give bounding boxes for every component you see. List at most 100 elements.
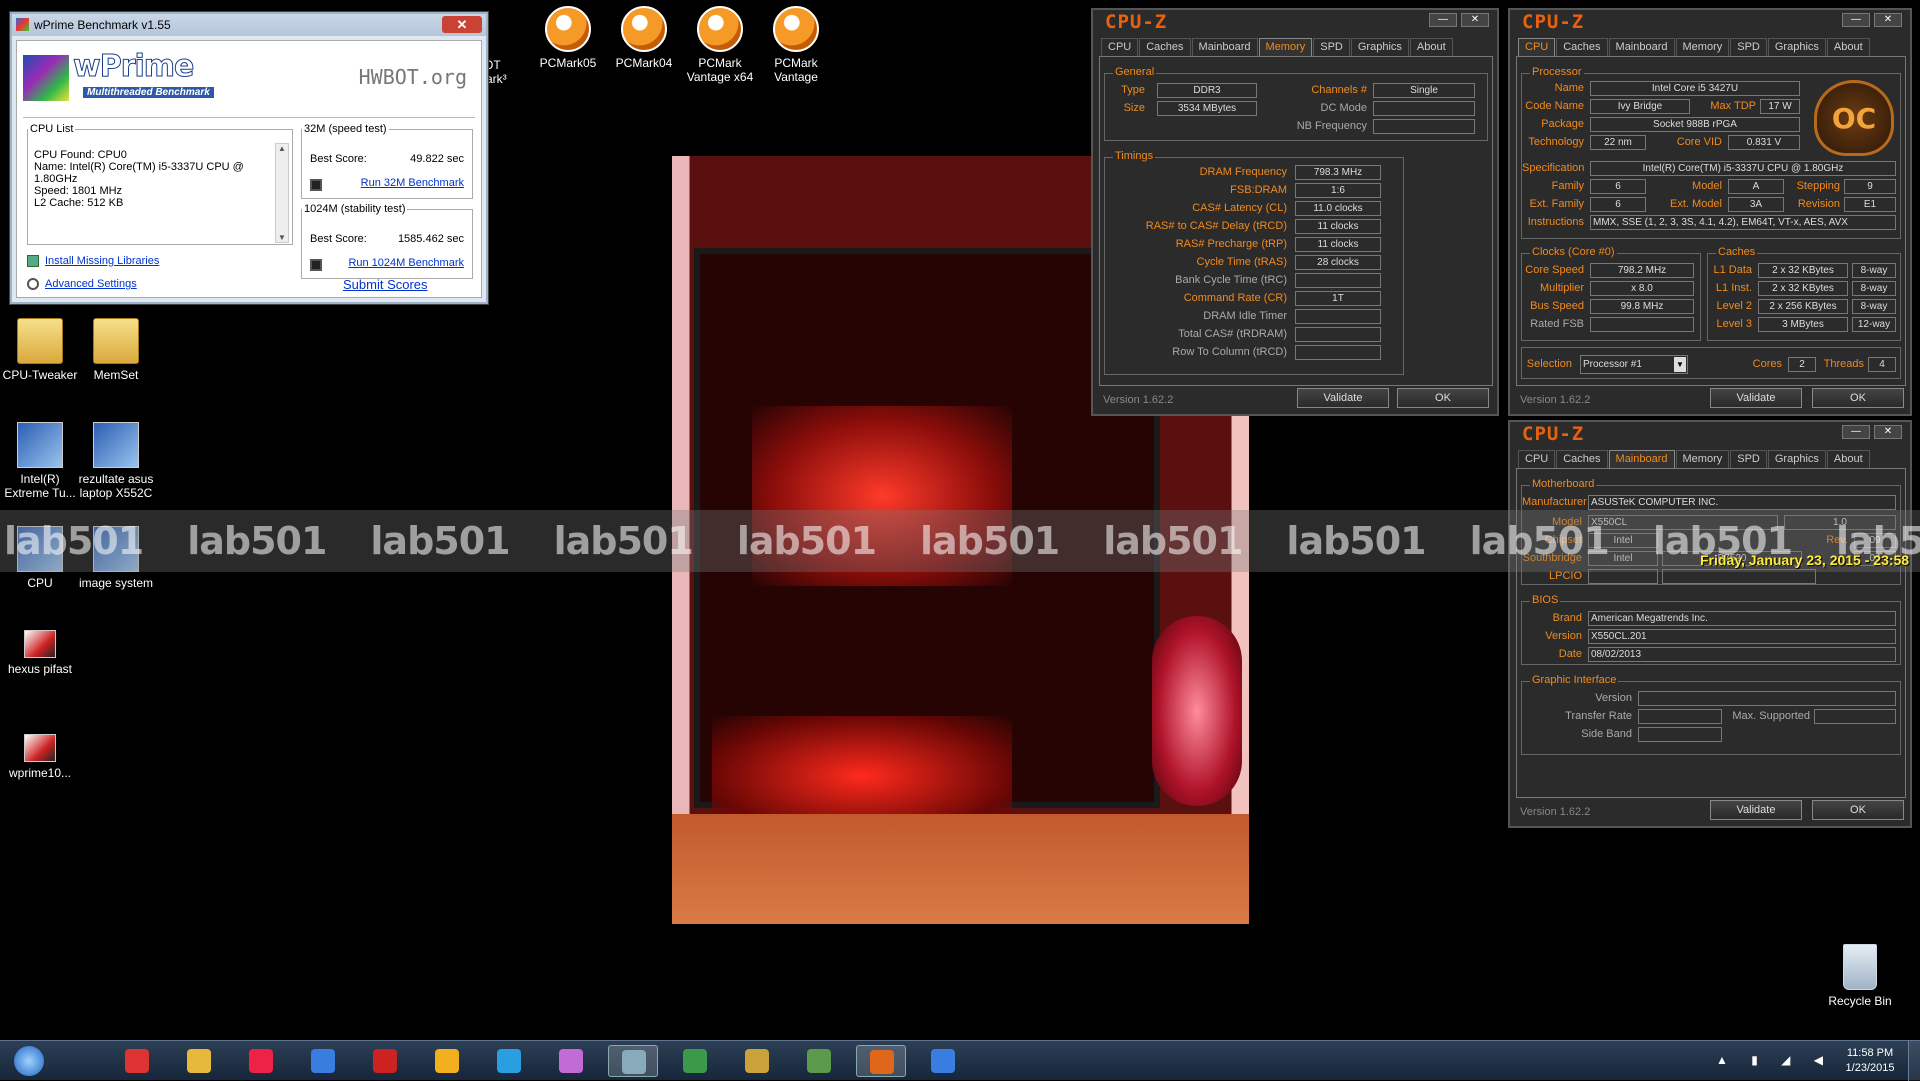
close-icon[interactable]: ✕ bbox=[1874, 13, 1902, 27]
group-legend: Caches bbox=[1716, 246, 1758, 258]
chevron-down-icon[interactable]: ▼ bbox=[1674, 357, 1686, 372]
tab-about[interactable]: About bbox=[1826, 450, 1870, 468]
run-32m-link[interactable]: Run 32M Benchmark bbox=[361, 177, 464, 189]
computer-icon bbox=[93, 422, 139, 468]
tab-caches[interactable]: Caches bbox=[1556, 38, 1608, 56]
tab-mainboard[interactable]: Mainboard bbox=[1608, 38, 1675, 56]
close-icon[interactable]: ✕ bbox=[1874, 425, 1902, 439]
max-supported-value bbox=[1814, 709, 1896, 724]
watermark-text: lab501 bbox=[736, 519, 877, 563]
selection-label: Selection bbox=[1526, 358, 1572, 370]
taskbar-item[interactable] bbox=[608, 1045, 658, 1077]
desktop-icon[interactable]: wprime10... bbox=[0, 734, 80, 780]
desktop-icon[interactable]: Intel(R) Extreme Tu... bbox=[0, 422, 80, 500]
watermark-text: lab501 bbox=[187, 519, 327, 563]
tray-clock[interactable]: 11:58 PM 1/23/2015 bbox=[1840, 1046, 1900, 1076]
tab-memory[interactable]: Memory bbox=[1675, 38, 1730, 56]
desktop-icon[interactable]: hexus pifast bbox=[0, 630, 80, 676]
ok-button[interactable]: OK bbox=[1812, 800, 1904, 820]
desktop-icon[interactable]: MemSet bbox=[76, 318, 156, 382]
processor-select[interactable]: Processor #1 bbox=[1580, 355, 1688, 374]
ok-button[interactable]: OK bbox=[1812, 388, 1904, 408]
tab-cpu[interactable]: CPU bbox=[1518, 38, 1556, 56]
close-icon[interactable]: ✕ bbox=[442, 16, 482, 33]
taskbar-item[interactable] bbox=[112, 1045, 162, 1077]
tab-cpu[interactable]: CPU bbox=[1518, 450, 1556, 468]
taskbar-item[interactable] bbox=[670, 1045, 720, 1077]
close-icon[interactable]: ✕ bbox=[1461, 13, 1489, 27]
taskbar-item[interactable] bbox=[794, 1045, 844, 1077]
tab-graphics[interactable]: Graphics bbox=[1767, 38, 1826, 56]
taskbar-item[interactable] bbox=[918, 1045, 968, 1077]
tab-graphics[interactable]: Graphics bbox=[1350, 38, 1409, 56]
submit-scores-link[interactable]: Submit Scores bbox=[343, 277, 428, 292]
ok-button[interactable]: OK bbox=[1397, 388, 1489, 408]
taskbar-item[interactable] bbox=[732, 1045, 782, 1077]
start-orb-icon bbox=[14, 1046, 44, 1076]
wprime-title: wPrime Benchmark v1.55 bbox=[34, 18, 171, 32]
wprime-window[interactable]: wPrime Benchmark v1.55 ✕ wPrime Multithr… bbox=[10, 12, 488, 304]
cpuz-mainboard-window[interactable]: CPU-Z — ✕ CPU Caches Mainboard Memory SPD Gra… bbox=[1508, 420, 1912, 828]
taskbar-item[interactable] bbox=[484, 1045, 534, 1077]
taskbar-item[interactable] bbox=[236, 1045, 286, 1077]
desktop-icon[interactable]: CPU-Tweaker bbox=[0, 318, 80, 382]
tab-memory[interactable]: Memory bbox=[1675, 450, 1730, 468]
install-libraries-link[interactable]: Install Missing Libraries bbox=[45, 255, 159, 267]
taskbar-item[interactable] bbox=[360, 1045, 410, 1077]
wprime-titlebar[interactable]: wPrime Benchmark v1.55 ✕ bbox=[12, 14, 486, 36]
tab-spd[interactable]: SPD bbox=[1730, 38, 1767, 56]
watermark-text: lab501 bbox=[1103, 519, 1243, 563]
tab-caches[interactable]: Caches bbox=[1556, 450, 1608, 468]
validate-button[interactable]: Validate bbox=[1710, 800, 1802, 820]
desktop-icon-pcmark05[interactable]: PCMark05 bbox=[528, 6, 608, 70]
lunar-icon bbox=[559, 1049, 583, 1073]
timings-group: Timings DRAM Frequency 798.3 MHz FSB:DRAM 1… bbox=[1104, 150, 1404, 375]
taskbar-item[interactable] bbox=[298, 1045, 348, 1077]
icon-label: Intel(R) Extreme Tu... bbox=[4, 472, 76, 500]
bios-group: BIOS Brand American Megatrends Inc. Vers… bbox=[1521, 594, 1901, 665]
side-band-value bbox=[1638, 727, 1722, 742]
tab-graphics[interactable]: Graphics bbox=[1767, 450, 1826, 468]
side-band-label: Side Band bbox=[1581, 728, 1632, 740]
taskbar-item[interactable] bbox=[856, 1045, 906, 1077]
tab-spd[interactable]: SPD bbox=[1730, 450, 1767, 468]
cpuz-cpu-window[interactable]: CPU-Z — ✕ CPU Caches Mainboard Memory SPD Gra… bbox=[1508, 8, 1912, 416]
tab-about[interactable]: About bbox=[1826, 38, 1870, 56]
cpu-list-scrollbar[interactable]: ▲ ▼ bbox=[275, 143, 289, 243]
minimize-icon[interactable]: — bbox=[1842, 425, 1870, 439]
taskbar-item[interactable] bbox=[4, 1045, 54, 1077]
validate-button[interactable]: Validate bbox=[1710, 388, 1802, 408]
taskbar-item[interactable] bbox=[422, 1045, 472, 1077]
tab-cpu[interactable]: CPU bbox=[1101, 38, 1139, 56]
tab-mainboard[interactable]: Mainboard bbox=[1191, 38, 1258, 56]
corevid-value: 0.831 V bbox=[1728, 135, 1800, 150]
group-legend: Graphic Interface bbox=[1530, 674, 1619, 686]
minimize-icon[interactable]: — bbox=[1842, 13, 1870, 27]
desktop-icon[interactable]: rezultate asus laptop X552C bbox=[76, 422, 156, 500]
cpuz-memory-window[interactable]: CPU-Z — ✕ CPU Caches Mainboard Memory SPD Gra… bbox=[1091, 8, 1499, 416]
minimize-icon[interactable]: — bbox=[1429, 13, 1457, 27]
best-score-label: Best Score: bbox=[310, 233, 367, 245]
taskbar-item[interactable] bbox=[546, 1045, 596, 1077]
desktop-icon-pcmark-vantage[interactable]: PCMark Vantage bbox=[756, 6, 836, 84]
cpuz-tabs: CPU Caches Mainboard Memory SPD Graphics About bbox=[1518, 38, 1871, 56]
advanced-settings-link[interactable]: Advanced Settings bbox=[45, 278, 137, 290]
desktop-icon-pcmark-vantage-x64[interactable]: PCMark Vantage x64 bbox=[680, 6, 760, 84]
tab-mainboard[interactable]: Mainboard bbox=[1608, 450, 1675, 468]
timing-value: 11 clocks bbox=[1295, 219, 1381, 234]
pifast-icon bbox=[24, 630, 56, 658]
tab-caches[interactable]: Caches bbox=[1139, 38, 1191, 56]
desktop-icon-pcmark04[interactable]: PCMark04 bbox=[604, 6, 684, 70]
cache-label: L1 Inst. bbox=[1715, 282, 1752, 294]
run-1024m-link[interactable]: Run 1024M Benchmark bbox=[348, 257, 464, 269]
extmodel-value: 3A bbox=[1728, 197, 1784, 212]
tab-about[interactable]: About bbox=[1409, 38, 1453, 56]
taskbar-item[interactable] bbox=[174, 1045, 224, 1077]
cpu-list-text: CPU Found: CPU0 Name: Intel(R) Core(TM) i… bbox=[34, 149, 256, 209]
show-desktop-button[interactable] bbox=[1908, 1041, 1920, 1081]
tab-memory[interactable]: Memory bbox=[1258, 38, 1313, 56]
tab-spd[interactable]: SPD bbox=[1313, 38, 1350, 56]
validate-button[interactable]: Validate bbox=[1297, 388, 1389, 408]
technology-label: Technology bbox=[1528, 136, 1584, 148]
desktop-icon-recycle-bin[interactable]: Recycle Bin bbox=[1820, 944, 1900, 1008]
